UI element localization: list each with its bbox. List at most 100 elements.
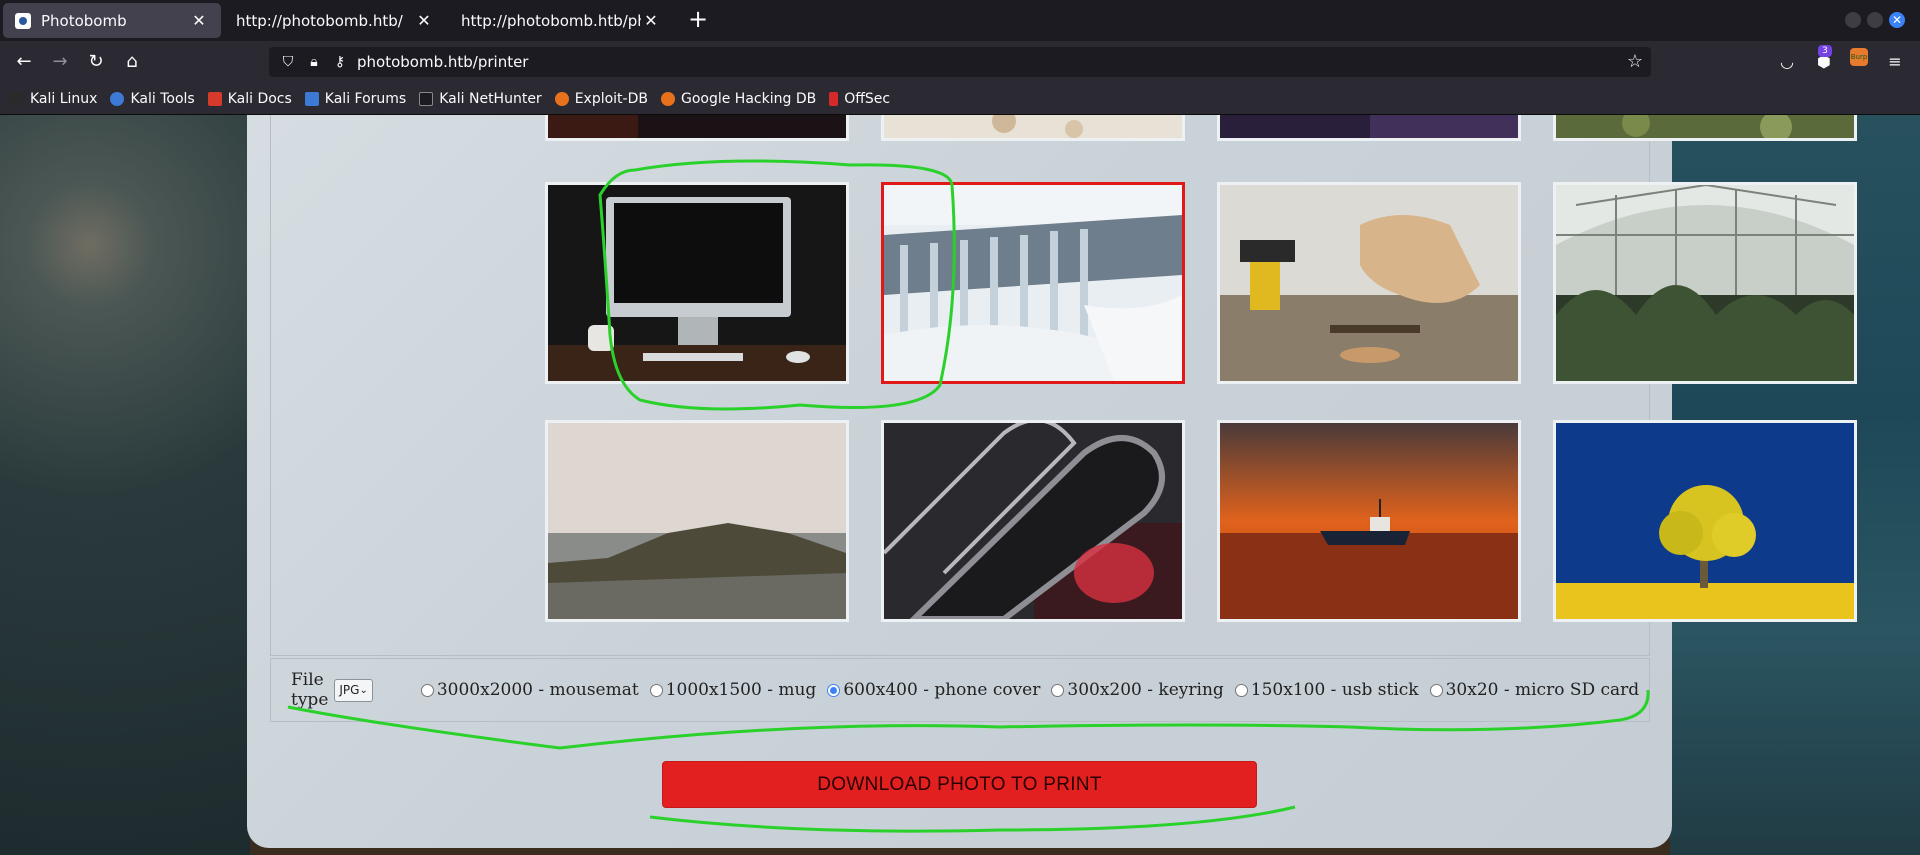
photo-image (1220, 185, 1518, 381)
bookmark-star-icon[interactable]: ☆ (1627, 51, 1643, 72)
bookmark-label: OffSec (844, 90, 891, 107)
maximize-button[interactable] (1867, 12, 1883, 28)
photo-thumbnail[interactable] (545, 420, 849, 622)
tab-photobomb-root[interactable]: http://photobomb.htb/ ✕ (224, 3, 446, 38)
size-option-mousemat[interactable]: 3000x2000 - mousemat (420, 680, 639, 700)
shield-icon[interactable]: ⛉ (275, 54, 301, 70)
photo-thumbnail[interactable] (1217, 115, 1521, 141)
radio-button[interactable] (1051, 683, 1065, 697)
url-domain: photobomb.htb (357, 53, 473, 71)
photo-image (548, 423, 846, 619)
bookmark-kali-nethunter[interactable]: Kali NetHunter (419, 90, 542, 107)
lock-icon[interactable]: 🔒︎ (301, 54, 327, 70)
bookmark-label: Kali Docs (227, 90, 292, 107)
kali-dragon-icon (10, 91, 24, 106)
exploit-db-icon (554, 91, 569, 106)
bookmark-offsec[interactable]: OffSec (829, 91, 890, 107)
bookmark-label: Kali NetHunter (439, 90, 542, 107)
photo-thumbnail[interactable] (1553, 182, 1857, 384)
close-tab-icon[interactable]: ✕ (189, 11, 209, 30)
radio-button[interactable] (649, 683, 663, 697)
size-option-label: 30x20 - micro SD card (1445, 680, 1640, 700)
radio-button[interactable] (1234, 683, 1248, 697)
home-icon[interactable]: ⌂ (120, 50, 144, 74)
bookmark-kali-tools[interactable]: Kali Tools (110, 91, 195, 107)
tab-photobomb-photo[interactable]: http://photobomb.htb/photo ✕ (449, 3, 673, 38)
bookmark-google-hacking-db[interactable]: Google Hacking DB (660, 90, 817, 107)
pocket-icon[interactable]: ◡ (1775, 50, 1799, 74)
extension-badge: 3 (1818, 45, 1832, 57)
bookmark-kali-forums[interactable]: Kali Forums (304, 90, 407, 107)
photo-image (1220, 423, 1518, 619)
offsec-icon (829, 91, 839, 106)
chevron-down-icon: ⌄ (359, 684, 368, 696)
url-bar[interactable]: ⛉ 🔒︎ ⚷ photobomb.htb/printer ☆ (269, 47, 1651, 77)
photo-thumbnail-selected[interactable] (881, 182, 1185, 384)
print-options: File type JPG ⌄ 3000x2000 - mousemat 100… (270, 658, 1650, 722)
new-tab-button[interactable]: + (684, 6, 712, 34)
size-option-micro-sd-card[interactable]: 30x20 - micro SD card (1429, 680, 1640, 700)
download-photo-button[interactable]: DOWNLOAD PHOTO TO PRINT (662, 761, 1257, 808)
reload-icon[interactable]: ↻ (84, 50, 108, 74)
forward-arrow-icon[interactable]: → (48, 50, 72, 74)
radio-button[interactable] (420, 683, 434, 697)
menu-icon[interactable]: ≡ (1883, 50, 1907, 74)
size-option-label: 300x200 - keyring (1067, 680, 1224, 700)
file-type-select[interactable]: JPG ⌄ (334, 678, 373, 702)
url-text[interactable]: photobomb.htb/printer (357, 53, 528, 71)
size-option-phone-cover[interactable]: 600x400 - phone cover (827, 680, 1040, 700)
size-option-keyring[interactable]: 300x200 - keyring (1051, 680, 1224, 700)
tab-title: Photobomb (41, 11, 127, 30)
file-type-label: File type (291, 670, 329, 710)
photo-thumbnail[interactable] (1217, 420, 1521, 622)
burp-extension-icon[interactable]: Burp (1850, 48, 1868, 66)
photo-thumbnail[interactable] (881, 115, 1185, 141)
photo-thumbnail[interactable] (1553, 115, 1857, 141)
size-option-mug[interactable]: 1000x1500 - mug (649, 680, 816, 700)
radio-button-checked[interactable] (827, 683, 841, 697)
close-tab-icon[interactable]: ✕ (641, 11, 661, 30)
photobomb-favicon-icon (15, 12, 31, 29)
tab-photobomb[interactable]: Photobomb ✕ (3, 3, 221, 38)
photo-image (1556, 185, 1854, 381)
bookmark-label: Google Hacking DB (680, 90, 817, 107)
size-option-usb-stick[interactable]: 150x100 - usb stick (1234, 680, 1419, 700)
bookmark-kali-docs[interactable]: Kali Docs (207, 90, 292, 107)
photo-image (884, 423, 1182, 619)
navigation-toolbar: ← → ↻ ⌂ ⛉ 🔒︎ ⚷ photobomb.htb/printer ☆ ◡… (0, 41, 1920, 83)
photo-image (1220, 115, 1518, 138)
burp-label: Burp (1850, 53, 1868, 61)
photo-thumbnail[interactable] (1553, 420, 1857, 622)
minimize-button[interactable] (1845, 12, 1861, 28)
photo-image (1556, 115, 1854, 138)
key-icon[interactable]: ⚷ (327, 54, 353, 70)
photo-image (884, 115, 1182, 138)
photo-image (884, 185, 1182, 381)
size-option-label: 150x100 - usb stick (1250, 680, 1419, 700)
bookmark-kali-linux[interactable]: Kali Linux (10, 91, 97, 107)
photo-image (548, 115, 846, 138)
photo-thumbnail[interactable] (881, 420, 1185, 622)
photo-thumbnail[interactable] (545, 115, 849, 141)
tab-title: http://photobomb.htb/photo (461, 11, 641, 30)
nethunter-icon (419, 91, 434, 106)
page-viewport: File type JPG ⌄ 3000x2000 - mousemat 100… (0, 115, 1920, 855)
bookmark-exploit-db[interactable]: Exploit-DB (554, 91, 648, 107)
bookmarks-toolbar: Kali Linux Kali Tools Kali Docs Kali For… (0, 83, 1920, 115)
ghdb-icon (660, 91, 675, 106)
radio-button[interactable] (1429, 683, 1443, 697)
kali-docs-icon (207, 91, 222, 106)
photo-image (1556, 423, 1854, 619)
bookmark-label: Kali Forums (324, 90, 407, 107)
tab-bar: Photobomb ✕ http://photobomb.htb/ ✕ http… (0, 0, 1920, 41)
bookmark-label: Kali Linux (30, 90, 98, 107)
photo-thumbnail[interactable] (545, 182, 849, 384)
photo-thumbnail[interactable] (1217, 182, 1521, 384)
close-window-button[interactable]: ✕ (1889, 12, 1905, 28)
file-type-value: JPG (339, 683, 360, 697)
size-option-label: 600x400 - phone cover (843, 680, 1041, 700)
url-path: /printer (472, 53, 529, 71)
back-arrow-icon[interactable]: ← (12, 50, 36, 74)
tab-title: http://photobomb.htb/ (236, 11, 403, 30)
close-tab-icon[interactable]: ✕ (414, 11, 434, 30)
